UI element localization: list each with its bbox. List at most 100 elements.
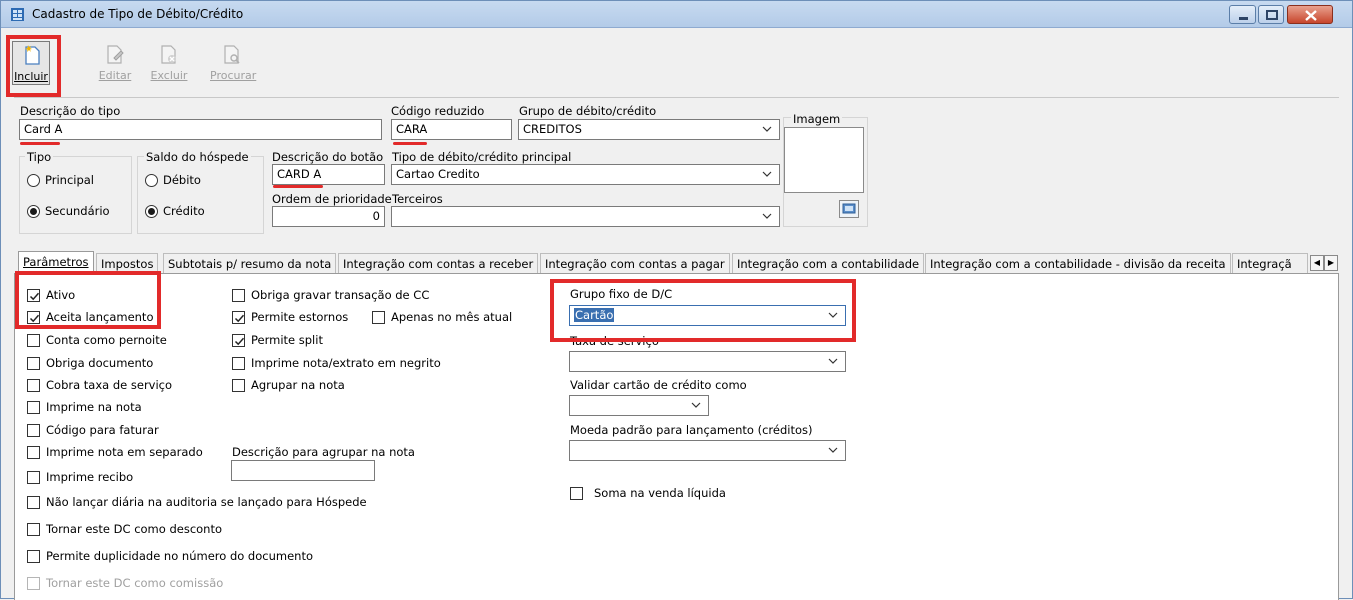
tab-contabilidade-divisao[interactable]: Integração com a contabilidade - divisão… (925, 253, 1231, 274)
tab-integracao-truncated[interactable]: Integraçã (1232, 253, 1308, 274)
checkbox-param-1[interactable]: Aceita lançamento (27, 310, 153, 324)
include-label: Incluir (14, 70, 48, 83)
checkbox-param-7[interactable]: Imprime nota em separado (27, 445, 203, 459)
chevron-down-icon (828, 312, 838, 318)
load-image-button[interactable] (839, 200, 859, 218)
tab-scroll-left[interactable]: ◀ (1310, 255, 1324, 271)
checkbox-param2-2[interactable]: Permite split (232, 333, 323, 347)
checkbox-param2-1-label: Permite estornos (251, 310, 349, 324)
tab-contas-receber[interactable]: Integração com contas a receber (338, 253, 539, 274)
maximize-icon (1266, 10, 1278, 20)
checkbox-param2-0[interactable]: Obriga gravar transação de CC (232, 288, 429, 302)
chevron-down-icon (691, 402, 701, 408)
checkbox-soma-venda-label: Soma na venda líquida (594, 486, 726, 500)
checkbox-param-9[interactable]: Não lançar diária na auditoria se lançad… (27, 495, 367, 509)
validar-combo[interactable] (569, 395, 709, 416)
tab-subtotais[interactable]: Subtotais p/ resumo da nota (163, 253, 337, 274)
radio-debito-dot (145, 173, 158, 187)
checkbox-param2-3-label: Imprime nota/extrato em negrito (251, 356, 441, 370)
checkbox-param-2-box (27, 333, 40, 347)
delete-button[interactable]: Excluir (147, 43, 191, 83)
descricao-agrupar-input[interactable] (231, 460, 375, 481)
moeda-label: Moeda padrão para lançamento (créditos) (570, 423, 813, 437)
chevron-down-icon (828, 358, 838, 364)
radio-principal-label: Principal (45, 173, 95, 187)
grupo-label: Grupo de débito/crédito (519, 104, 657, 118)
image-icon (842, 203, 856, 214)
tab-contas-pagar[interactable]: Integração com contas a pagar (540, 253, 730, 274)
tab-contabilidade[interactable]: Integração com a contabilidade (732, 253, 925, 274)
window-title: Cadastro de Tipo de Débito/Crédito (32, 7, 244, 21)
checkbox-param-10[interactable]: Tornar este DC como desconto (27, 522, 222, 536)
codigo-label: Código reduzido (391, 104, 485, 118)
checkbox-param-4[interactable]: Cobra taxa de serviço (27, 378, 172, 392)
tab-scroll-right[interactable]: ▶ (1324, 255, 1338, 271)
checkbox-param2-4-label: Agrupar na nota (251, 378, 345, 392)
radio-secundario[interactable]: Secundário (27, 204, 110, 218)
checkbox-param2-1-box (232, 310, 245, 324)
tipo-principal-combo[interactable]: Cartao Credito (391, 164, 780, 185)
checkbox-param-0[interactable]: Ativo (27, 288, 75, 302)
grupo-fixo-combo[interactable]: Cartão (569, 305, 846, 326)
checkbox-param-1-box (27, 310, 40, 324)
radio-principal-dot (27, 173, 40, 187)
new-document-icon (25, 45, 40, 65)
radio-credito-label: Crédito (163, 204, 205, 218)
taxa-combo[interactable] (569, 351, 846, 372)
radio-debito-label: Débito (163, 173, 201, 187)
checkbox-param-12[interactable]: Tornar este DC como comissão (27, 576, 223, 590)
maximize-button[interactable] (1258, 5, 1284, 24)
grupo-value: CREDITOS (523, 122, 582, 136)
chevron-down-icon (762, 126, 772, 132)
moeda-combo[interactable] (569, 440, 846, 461)
checkbox-param-11-box (27, 549, 40, 563)
search-document-icon (224, 45, 240, 64)
checkbox-param-8-box (27, 470, 40, 484)
descricao-input[interactable]: Card A (19, 119, 382, 140)
terceiros-label: Terceiros (392, 192, 443, 206)
grupo-combo[interactable]: CREDITOS (518, 119, 780, 140)
checkbox-param-2[interactable]: Conta como pernoite (27, 333, 167, 347)
checkbox-soma-venda[interactable]: Soma na venda líquida (570, 486, 726, 500)
tab-strip: Parâmetros Impostos Subtotais p/ resumo … (14, 251, 1339, 275)
botao-input[interactable]: CARD A (272, 164, 385, 185)
checkbox-param-8[interactable]: Imprime recibo (27, 470, 133, 484)
checkbox-param-9-box (27, 495, 40, 509)
checkbox-param-4-box (27, 378, 40, 392)
checkbox-param-11[interactable]: Permite duplicidade no número do documen… (27, 549, 313, 563)
radio-principal[interactable]: Principal (27, 173, 94, 187)
codigo-input[interactable]: CARA (391, 119, 512, 140)
radio-secundario-label: Secundário (45, 204, 110, 218)
descricao-agrupar-label: Descrição para agrupar na nota (232, 445, 415, 459)
radio-credito[interactable]: Crédito (145, 204, 205, 218)
chevron-down-icon (762, 213, 772, 219)
checkbox-param-3[interactable]: Obriga documento (27, 356, 153, 370)
ordem-label: Ordem de prioridade (272, 192, 392, 206)
tab-impostos[interactable]: Impostos (96, 253, 159, 274)
grupo-fixo-value: Cartão (574, 308, 615, 322)
edit-label: Editar (98, 69, 132, 82)
include-button[interactable]: Incluir (12, 41, 50, 85)
terceiros-combo[interactable] (391, 206, 780, 227)
checkbox-apenas-mes[interactable]: Apenas no mês atual (372, 310, 512, 324)
close-icon (1305, 10, 1317, 21)
checkbox-param2-1[interactable]: Permite estornos (232, 310, 348, 324)
app-icon (11, 8, 24, 21)
radio-debito[interactable]: Débito (145, 173, 201, 187)
arrow-left-icon: ◀ (1313, 258, 1321, 267)
checkbox-param-5[interactable]: Imprime na nota (27, 400, 142, 414)
tab-parametros[interactable]: Parâmetros (18, 251, 94, 275)
checkbox-param2-3[interactable]: Imprime nota/extrato em negrito (232, 356, 441, 370)
checkbox-param-0-label: Ativo (46, 288, 76, 302)
underline-botao (273, 185, 323, 188)
minimize-button[interactable] (1229, 5, 1256, 24)
ordem-input[interactable]: 0 (272, 206, 385, 227)
edit-button[interactable]: Editar (93, 43, 137, 83)
checkbox-param2-4[interactable]: Agrupar na nota (232, 378, 345, 392)
search-button[interactable]: Procurar (210, 43, 256, 83)
close-button[interactable] (1287, 5, 1333, 24)
checkbox-param-10-label: Tornar este DC como desconto (46, 522, 223, 536)
checkbox-param-4-label: Cobra taxa de serviço (46, 378, 173, 392)
checkbox-param-1-label: Aceita lançamento (46, 310, 154, 324)
checkbox-param-6[interactable]: Código para faturar (27, 423, 159, 437)
